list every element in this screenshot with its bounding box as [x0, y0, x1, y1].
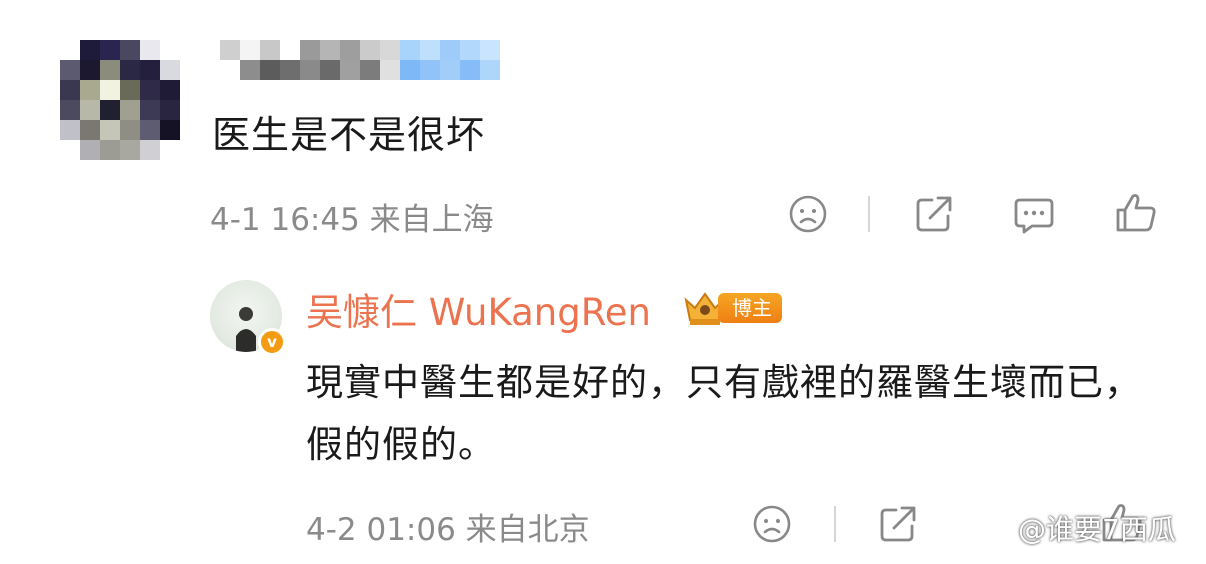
- comment-icon[interactable]: [1012, 192, 1056, 236]
- share-icon[interactable]: [876, 502, 920, 546]
- reply-author-name[interactable]: 吴慷仁 WuKangRen: [306, 282, 651, 336]
- reply-text: 現實中醫生都是好的，只有戲裡的羅醫生壞而已，假的假的。: [306, 361, 1142, 466]
- commenter-name-pixelated[interactable]: [220, 40, 400, 80]
- blogger-badge: 博主: [682, 290, 782, 326]
- verified-badge: v: [258, 328, 286, 356]
- weibo-logo-icon: [978, 517, 1012, 542]
- comment-text: 医生是不是很坏: [212, 113, 486, 157]
- action-separator: [868, 196, 870, 232]
- weibo-watermark: @谁要7西瓜: [978, 508, 1176, 548]
- watermark-text: @谁要7西瓜: [1018, 513, 1176, 546]
- commenter-badge-pixelated: [400, 40, 500, 80]
- reply-meta: 4-2 01:06 来自北京: [306, 512, 590, 548]
- comment-meta: 4-1 16:45 来自上海: [210, 202, 494, 238]
- sad-face-icon[interactable]: [786, 192, 830, 236]
- blogger-badge-label: 博主: [718, 293, 782, 323]
- action-separator: [834, 506, 836, 542]
- like-icon[interactable]: [1114, 190, 1158, 234]
- sad-face-icon[interactable]: [750, 502, 794, 546]
- share-icon[interactable]: [912, 192, 956, 236]
- commenter-avatar[interactable]: [60, 40, 180, 160]
